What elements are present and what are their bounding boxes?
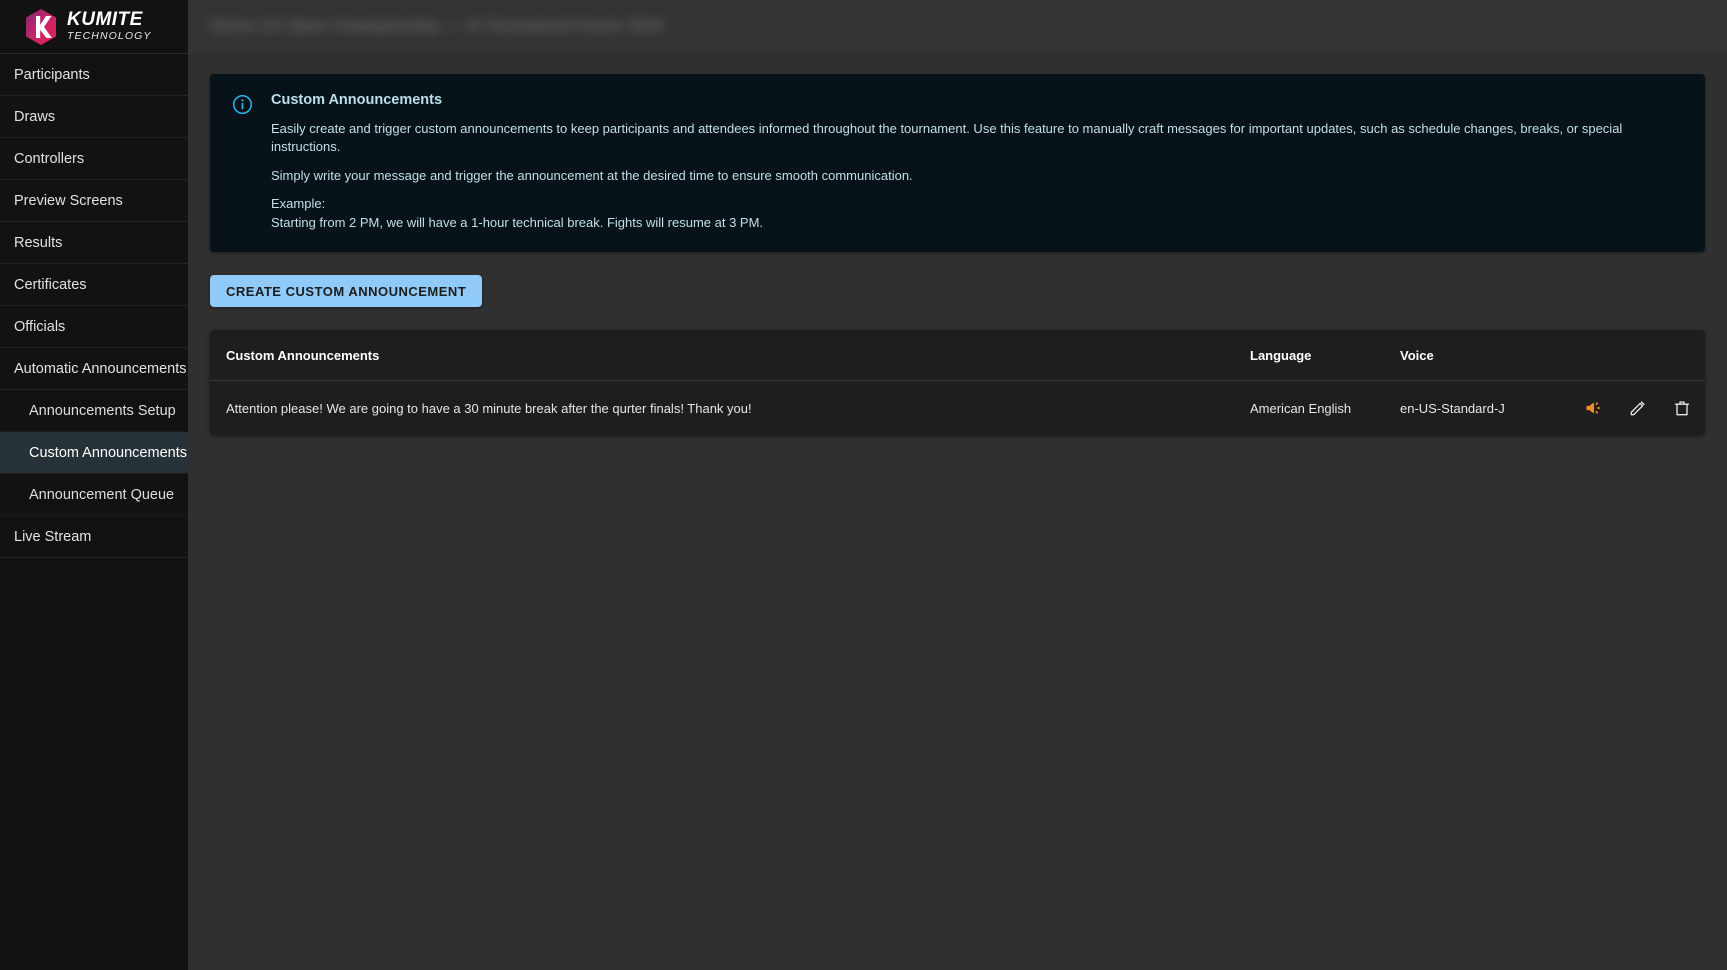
info-circle-icon	[232, 94, 253, 115]
edit-pencil-icon	[1628, 398, 1648, 418]
brand-subtitle: TECHNOLOGY	[67, 31, 152, 42]
delete-trash-icon-button[interactable]	[1671, 397, 1693, 419]
row-message-text: Attention please! We are going to have a…	[210, 401, 1250, 416]
column-header-language: Language	[1250, 348, 1400, 363]
sidebar-item-label: Officials	[14, 319, 65, 335]
table-header-row: Custom Announcements Language Voice	[210, 330, 1705, 381]
create-custom-announcement-button[interactable]: CREATE CUSTOM ANNOUNCEMENT	[210, 275, 482, 307]
topbar: Demo US Open Championship — XI Tournamen…	[188, 0, 1727, 54]
custom-announcements-table: Custom Announcements Language Voice Atte…	[210, 330, 1705, 435]
row-actions	[1575, 397, 1705, 419]
sidebar-item-label: Results	[14, 235, 62, 251]
row-voice-value: en-US-Standard-J	[1400, 401, 1575, 416]
sidebar: KUMITE TECHNOLOGY Participants Draws Con…	[0, 0, 188, 970]
table-row[interactable]: Attention please! We are going to have a…	[210, 381, 1705, 435]
info-example-block: Example: Starting from 2 PM, we will hav…	[271, 195, 1683, 232]
sidebar-item-label: Announcements Setup	[29, 403, 176, 419]
sidebar-item-automatic-announcements[interactable]: Automatic Announcements	[0, 348, 188, 390]
kumite-hexagon-k-logo-icon	[24, 8, 58, 46]
info-example-text: Starting from 2 PM, we will have a 1-hou…	[271, 214, 1683, 232]
info-paragraph-2: Simply write your message and trigger th…	[271, 167, 1683, 185]
tournament-title-redacted: Demo US Open Championship — XI Tournamen…	[210, 18, 665, 36]
info-panel-body: Custom Announcements Easily create and t…	[271, 92, 1683, 232]
sidebar-item-label: Automatic Announcements	[14, 361, 187, 377]
sidebar-item-label: Announcement Queue	[29, 487, 174, 503]
sidebar-item-certificates[interactable]: Certificates	[0, 264, 188, 306]
sidebar-item-label: Controllers	[14, 151, 84, 167]
sidebar-item-results[interactable]: Results	[0, 222, 188, 264]
sidebar-item-officials[interactable]: Officials	[0, 306, 188, 348]
sidebar-item-live-stream[interactable]: Live Stream	[0, 516, 188, 558]
announce-megaphone-icon-button[interactable]	[1583, 397, 1605, 419]
sidebar-item-controllers[interactable]: Controllers	[0, 138, 188, 180]
sidebar-item-label: Draws	[14, 109, 55, 125]
sidebar-item-participants[interactable]: Participants	[0, 54, 188, 96]
sidebar-item-announcement-queue[interactable]: Announcement Queue	[0, 474, 188, 516]
sidebar-item-label: Preview Screens	[14, 193, 123, 209]
delete-trash-icon	[1672, 398, 1692, 418]
column-header-voice: Voice	[1400, 348, 1575, 363]
sidebar-nav: Participants Draws Controllers Preview S…	[0, 54, 188, 558]
sidebar-item-custom-announcements[interactable]: Custom Announcements	[0, 432, 188, 474]
sidebar-item-label: Custom Announcements	[29, 445, 187, 461]
row-language-value: American English	[1250, 401, 1400, 416]
info-panel: Custom Announcements Easily create and t…	[210, 74, 1705, 252]
brand-text: KUMITE TECHNOLOGY	[67, 10, 152, 43]
page-content: Custom Announcements Easily create and t…	[188, 54, 1727, 970]
info-example-label: Example:	[271, 195, 1683, 213]
info-panel-title: Custom Announcements	[271, 92, 1683, 108]
edit-pencil-icon-button[interactable]	[1627, 397, 1649, 419]
sidebar-item-preview-screens[interactable]: Preview Screens	[0, 180, 188, 222]
app-root: KUMITE TECHNOLOGY Participants Draws Con…	[0, 0, 1727, 970]
sidebar-item-announcements-setup[interactable]: Announcements Setup	[0, 390, 188, 432]
brand-logo[interactable]: KUMITE TECHNOLOGY	[0, 0, 188, 54]
column-header-message: Custom Announcements	[210, 348, 1250, 363]
info-paragraph-1: Easily create and trigger custom announc…	[271, 120, 1683, 157]
sidebar-item-label: Participants	[14, 67, 90, 83]
sidebar-item-label: Live Stream	[14, 529, 91, 545]
brand-name: KUMITE	[67, 10, 152, 29]
main-area: Demo US Open Championship — XI Tournamen…	[188, 0, 1727, 970]
sidebar-item-draws[interactable]: Draws	[0, 96, 188, 138]
sidebar-item-label: Certificates	[14, 277, 87, 293]
announce-megaphone-icon	[1584, 398, 1604, 418]
